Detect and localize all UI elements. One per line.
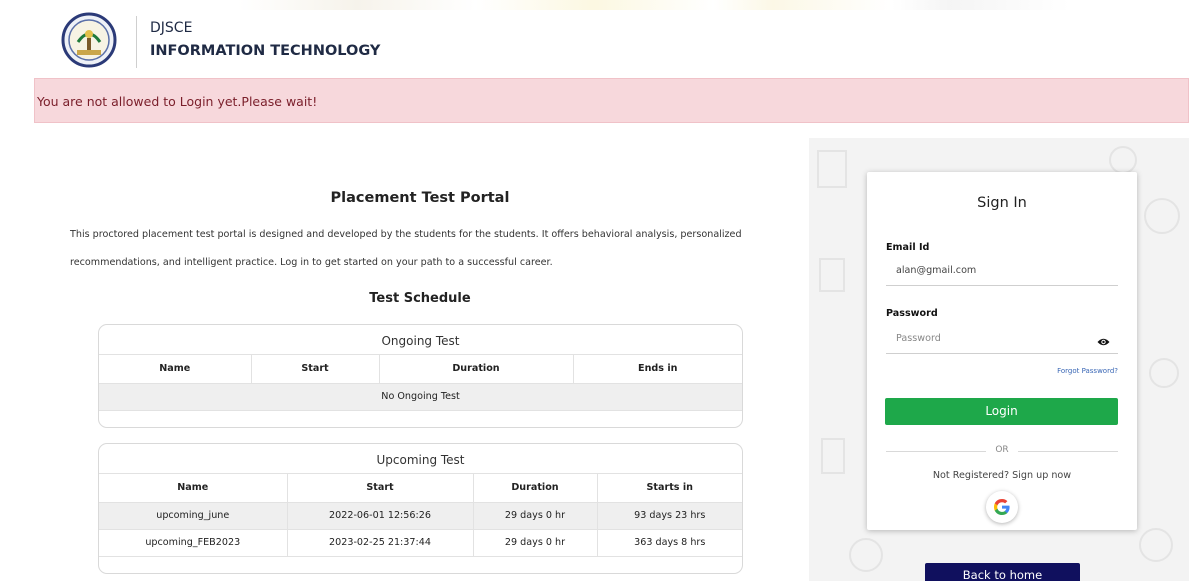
column-header: Start: [287, 474, 474, 503]
login-button[interactable]: Login: [885, 398, 1118, 425]
ongoing-test-card: Ongoing Test Name Start Duration Ends in…: [98, 324, 743, 428]
test-duration: 29 days 0 hr: [473, 502, 598, 530]
college-crest-icon: [61, 12, 117, 68]
table-row[interactable]: upcoming_FEB2023 2023-02-25 21:37:44 29 …: [99, 529, 742, 557]
signin-card: Sign In Email Id alan@gmail.com Password…: [867, 172, 1137, 530]
email-label: Email Id: [886, 242, 930, 253]
portal-description: This proctored placement test portal is …: [70, 229, 742, 268]
doodle-decoration: [1149, 358, 1179, 388]
empty-row: No Ongoing Test: [99, 383, 742, 411]
signin-title: Sign In: [977, 195, 1027, 211]
column-header: Name: [99, 355, 252, 384]
doodle-decoration: [817, 150, 847, 188]
test-duration: 29 days 0 hr: [473, 529, 598, 557]
top-fade-decoration: [0, 0, 1189, 10]
test-name: upcoming_june: [99, 502, 288, 530]
department-name: INFORMATION TECHNOLOGY: [150, 43, 381, 59]
schedule-title: Test Schedule: [369, 291, 471, 306]
email-field[interactable]: alan@gmail.com: [886, 259, 1118, 286]
doodle-decoration: [1144, 198, 1180, 234]
back-to-home-button[interactable]: Back to home: [925, 563, 1080, 581]
column-header: Name: [99, 474, 288, 503]
test-name: upcoming_FEB2023: [99, 529, 288, 557]
google-icon: [994, 499, 1010, 515]
upcoming-test-table: Name Start Duration Starts in upcoming_j…: [99, 474, 742, 557]
column-header: Starts in: [597, 474, 742, 503]
doodle-decoration: [821, 438, 845, 474]
google-signin-button[interactable]: [986, 491, 1018, 523]
table-row[interactable]: upcoming_june 2022-06-01 12:56:26 29 day…: [99, 502, 742, 530]
eye-icon[interactable]: [1097, 337, 1110, 347]
ongoing-test-title: Ongoing Test: [99, 325, 742, 355]
or-label: OR: [995, 445, 1009, 455]
doodle-decoration: [1109, 146, 1137, 174]
column-header: Start: [251, 355, 380, 384]
logo-divider: [136, 16, 137, 68]
upcoming-test-title: Upcoming Test: [99, 444, 742, 474]
signup-link[interactable]: Not Registered? Sign up now: [867, 470, 1137, 481]
login-alert: You are not allowed to Login yet.Please …: [34, 78, 1189, 123]
test-start: 2023-02-25 21:37:44: [287, 529, 474, 557]
column-header: Duration: [473, 474, 598, 503]
column-header: Ends in: [573, 355, 742, 384]
ongoing-test-table: Name Start Duration Ends in No Ongoing T…: [99, 355, 742, 411]
header: DJSCE INFORMATION TECHNOLOGY: [0, 0, 1189, 78]
test-start: 2022-06-01 12:56:26: [287, 502, 474, 530]
test-starts-in: 93 days 23 hrs: [597, 502, 742, 530]
column-header: Duration: [379, 355, 574, 384]
page-title: Placement Test Portal: [330, 190, 510, 206]
password-field[interactable]: Password: [886, 327, 1118, 354]
doodle-decoration: [849, 538, 883, 572]
college-name: DJSCE: [150, 20, 193, 36]
doodle-decoration: [1139, 528, 1173, 562]
test-starts-in: 363 days 8 hrs: [597, 529, 742, 557]
password-label: Password: [886, 308, 938, 319]
doodle-decoration: [819, 258, 845, 292]
forgot-password-link[interactable]: Forgot Password?: [1037, 367, 1118, 375]
upcoming-test-card: Upcoming Test Name Start Duration Starts…: [98, 443, 743, 574]
